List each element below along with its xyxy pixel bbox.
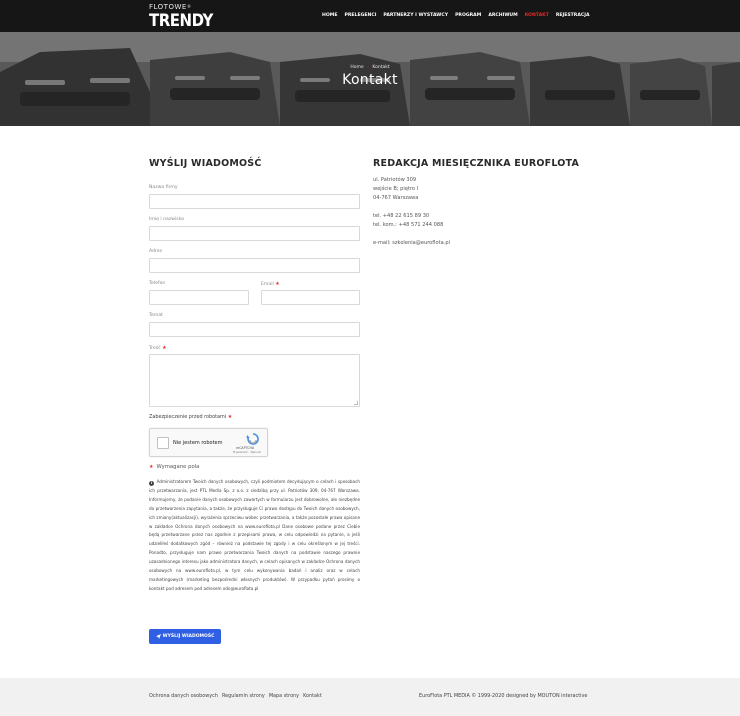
breadcrumb-separator: ›	[367, 65, 369, 70]
nav-item-kontakt[interactable]: KONTAKT	[525, 13, 549, 18]
contact-mobile[interactable]: tel. kom.: +48 571 244 088	[373, 222, 443, 228]
breadcrumb-home[interactable]: Home	[350, 65, 363, 70]
footer-copyright: EuroFlota PTL MEDIA © 1999-2020 designed…	[419, 693, 588, 699]
name-input[interactable]	[149, 226, 360, 241]
address-label: Adres	[149, 249, 162, 254]
phone-input[interactable]	[149, 290, 249, 305]
gdpr-text: Administratorem Twoich danych osobowych,…	[149, 479, 360, 591]
resize-handle-icon[interactable]	[354, 401, 358, 405]
recaptcha-widget: Nie jestem robotem reCAPTCHA Prywatność …	[149, 428, 268, 457]
contact-email[interactable]: e-mail: szkolenia@euroflota.pl	[373, 240, 450, 246]
top-navbar: FLOTOWE TRENDY ® HOME PRELEGENCI PARTNER…	[0, 0, 740, 32]
main-nav: HOME PRELEGENCI PARTNERZY I WYSTAWCY PRO…	[322, 13, 590, 18]
required-note: ★ Wymagane pola	[149, 464, 199, 470]
email-label-text: Email	[261, 282, 274, 287]
required-note-text: Wymagane pola	[156, 464, 200, 470]
email-input[interactable]	[261, 290, 360, 305]
hero-banner: Home › Kontakt Kontakt	[0, 32, 740, 126]
required-star-icon: ★	[227, 414, 233, 420]
footer-links: Ochrona danych osobowych Regulamin stron…	[149, 693, 322, 699]
required-star-icon: ★	[275, 281, 280, 287]
subject-input[interactable]	[149, 322, 360, 337]
recaptcha-checkbox[interactable]	[157, 437, 169, 449]
breadcrumb-current: Kontakt	[372, 65, 390, 70]
name-label: Imię i nazwisko	[149, 217, 185, 222]
footer-link-terms[interactable]: Regulamin strony	[222, 693, 265, 699]
info-icon: i	[149, 480, 154, 486]
captcha-label: Zabezpieczenie przed robotami ★	[149, 414, 232, 420]
nav-item-archiwum[interactable]: ARCHIWUM	[488, 13, 517, 18]
recaptcha-brand: reCAPTCHA	[236, 446, 255, 450]
contact-phone[interactable]: tel. +48 22 615 89 30	[373, 213, 429, 219]
phone-label: Telefon	[149, 281, 166, 286]
recaptcha-text: Nie jestem robotem	[173, 440, 223, 446]
footer-link-sitemap[interactable]: Mapa strony	[269, 693, 299, 699]
form-title: WYŚLIJ WIADOMOŚĆ	[149, 158, 262, 169]
nav-item-partnerzy[interactable]: PARTNERZY I WYSTAWCY	[383, 13, 448, 18]
nav-item-prelegenci[interactable]: PRELEGENCI	[344, 13, 376, 18]
company-input[interactable]	[149, 194, 360, 209]
contact-title: REDAKCJA MIESIĘCZNIKA EUROFLOTA	[373, 158, 580, 169]
site-logo[interactable]: FLOTOWE TRENDY ®	[149, 3, 213, 31]
footer-link-privacy[interactable]: Ochrona danych osobowych	[149, 693, 218, 699]
nav-item-program[interactable]: PROGRAM	[455, 13, 481, 18]
footer-link-contact[interactable]: Kontakt	[303, 693, 322, 699]
message-label-text: Treść	[149, 346, 161, 351]
nav-item-home[interactable]: HOME	[322, 13, 337, 18]
required-star-icon: ★	[162, 345, 167, 351]
contact-entrance: wejście B; piętro I	[373, 186, 419, 192]
captcha-label-text: Zabezpieczenie przed robotami	[149, 414, 227, 420]
address-input[interactable]	[149, 258, 360, 273]
nav-item-rejestracja[interactable]: REJESTRACJA	[556, 13, 590, 18]
paper-plane-icon	[155, 634, 161, 639]
required-star-icon: ★	[149, 464, 154, 470]
contact-street: ul. Patriotów 309	[373, 177, 417, 183]
page-title: Kontakt	[342, 72, 398, 88]
logo-registered-mark: ®	[187, 4, 191, 9]
subject-label: Temat	[149, 313, 163, 318]
email-label: Email ★	[261, 281, 280, 287]
recaptcha-links[interactable]: Prywatność - Warunki	[233, 451, 261, 454]
message-label: Treść ★	[149, 345, 167, 351]
contact-city: 04-767 Warszawa	[373, 195, 419, 201]
gdpr-notice: i Administratorem Twoich danych osobowyc…	[149, 478, 360, 594]
recaptcha-logo-icon	[246, 433, 259, 445]
footer	[0, 678, 740, 716]
logo-main-text: TRENDY	[149, 10, 213, 31]
breadcrumb: Home › Kontakt	[0, 65, 740, 70]
send-message-button[interactable]: WYŚLIJ WIADOMOŚĆ	[149, 629, 221, 644]
send-message-label: WYŚLIJ WIADOMOŚĆ	[162, 634, 215, 639]
company-label: Nazwa firmy	[149, 185, 178, 190]
message-textarea[interactable]	[149, 354, 360, 407]
